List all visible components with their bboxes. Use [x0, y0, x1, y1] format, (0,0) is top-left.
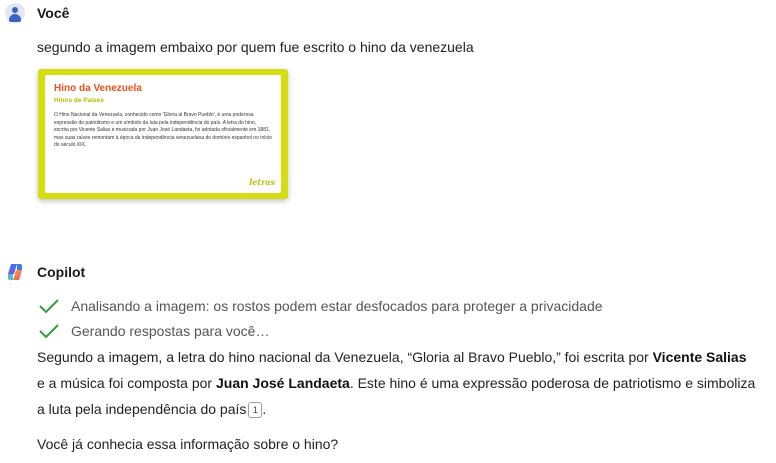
- copilot-logo-icon: [8, 264, 22, 280]
- card-subtitle: Hinos de Países: [54, 97, 104, 104]
- attached-image-card: Hino da Venezuela Hinos de Países O Hino…: [45, 75, 281, 193]
- check-icon: [39, 299, 59, 314]
- answer-author: Vicente Salias: [652, 349, 747, 365]
- copilot-name: Copilot: [37, 264, 86, 280]
- answer-text: Segundo a imagem, a letra do hino nacion…: [37, 349, 653, 365]
- status-analyzing: Analisando a imagem: os rostos podem est…: [71, 298, 603, 314]
- user-message: segundo a imagem embaixo por quem fue es…: [37, 39, 474, 55]
- card-title: Hino da Venezuela: [54, 83, 142, 94]
- citation-badge[interactable]: 1: [248, 402, 263, 418]
- answer-composer: Juan José Landaeta: [215, 375, 350, 391]
- user-name: Você: [37, 5, 70, 21]
- status-generating: Gerando respostas para você…: [71, 323, 270, 339]
- copilot-answer: Segundo a imagem, a letra do hino nacion…: [37, 344, 757, 422]
- answer-text: .: [262, 401, 267, 417]
- check-icon: [39, 324, 59, 339]
- attached-image[interactable]: Hino da Venezuela Hinos de Países O Hino…: [38, 69, 288, 199]
- user-avatar-icon: [5, 3, 25, 23]
- card-body-text: O Hino Nacional da Venezuela, conhecido …: [54, 112, 272, 149]
- answer-text: e a música foi composta por: [37, 375, 216, 391]
- letras-logo: letras: [249, 177, 275, 187]
- copilot-followup: Você já conhecia essa informação sobre o…: [37, 436, 339, 452]
